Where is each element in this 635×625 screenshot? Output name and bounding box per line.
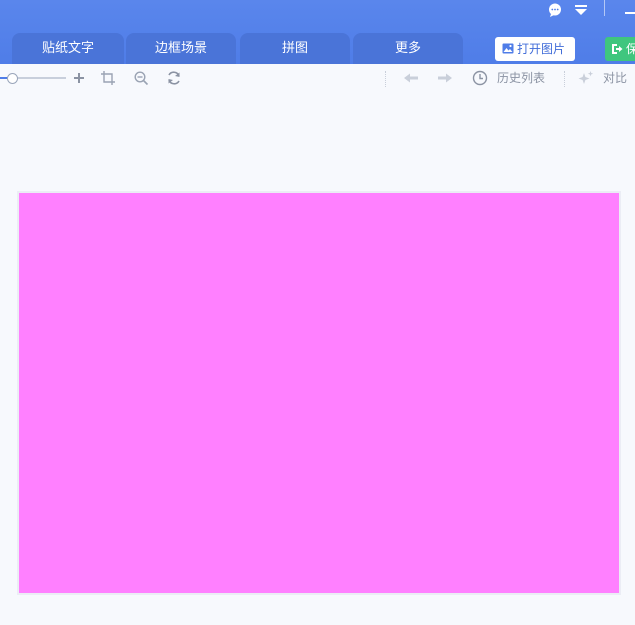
chat-bubble-icon[interactable] <box>548 3 562 17</box>
save-label: 保 <box>626 42 635 56</box>
tab-frame-scene[interactable]: 边框场景 <box>126 33 236 64</box>
tab-label: 更多 <box>394 41 421 56</box>
tab-label: 贴纸文字 <box>41 41 94 56</box>
edit-toolbar: 历史列表 对比 <box>0 64 635 92</box>
crop-frame-icon[interactable] <box>100 70 116 86</box>
window-controls <box>515 0 635 22</box>
open-image-label: 打开图片 <box>517 42 566 56</box>
zoom-slider-handle[interactable] <box>7 73 18 84</box>
sparkle-icon <box>578 71 594 84</box>
title-separator <box>604 0 605 16</box>
tab-more[interactable]: 更多 <box>353 33 463 64</box>
open-image-button[interactable]: 打开图片 <box>495 37 575 61</box>
image-canvas[interactable] <box>17 191 621 595</box>
caret-down-icon[interactable] <box>574 4 588 16</box>
image-icon <box>502 43 514 54</box>
rotate-icon[interactable] <box>166 70 182 86</box>
export-icon <box>612 44 623 54</box>
arrow-right-icon[interactable] <box>437 70 453 86</box>
magnifier-icon[interactable] <box>133 70 149 86</box>
toolbar-separator <box>564 71 565 87</box>
clock-icon <box>472 70 488 86</box>
arrow-left-icon[interactable] <box>403 70 419 86</box>
top-header: 贴纸文字 边框场景 拼图 更多 打开图片 保 <box>0 0 635 64</box>
toolbar-separator <box>385 71 386 87</box>
save-button[interactable]: 保 <box>605 37 635 61</box>
tab-collage[interactable]: 拼图 <box>240 33 350 64</box>
tab-label: 边框场景 <box>154 41 207 56</box>
tab-sticker-text[interactable]: 贴纸文字 <box>12 33 124 64</box>
history-list-label: 历史列表 <box>497 71 546 85</box>
compare-label: 对比 <box>603 71 628 85</box>
compare-button[interactable]: 对比 <box>578 64 635 92</box>
tab-label: 拼图 <box>281 41 308 56</box>
history-list-button[interactable]: 历史列表 <box>472 64 552 92</box>
minimize-button[interactable] <box>625 12 635 14</box>
plus-icon[interactable] <box>71 70 87 86</box>
